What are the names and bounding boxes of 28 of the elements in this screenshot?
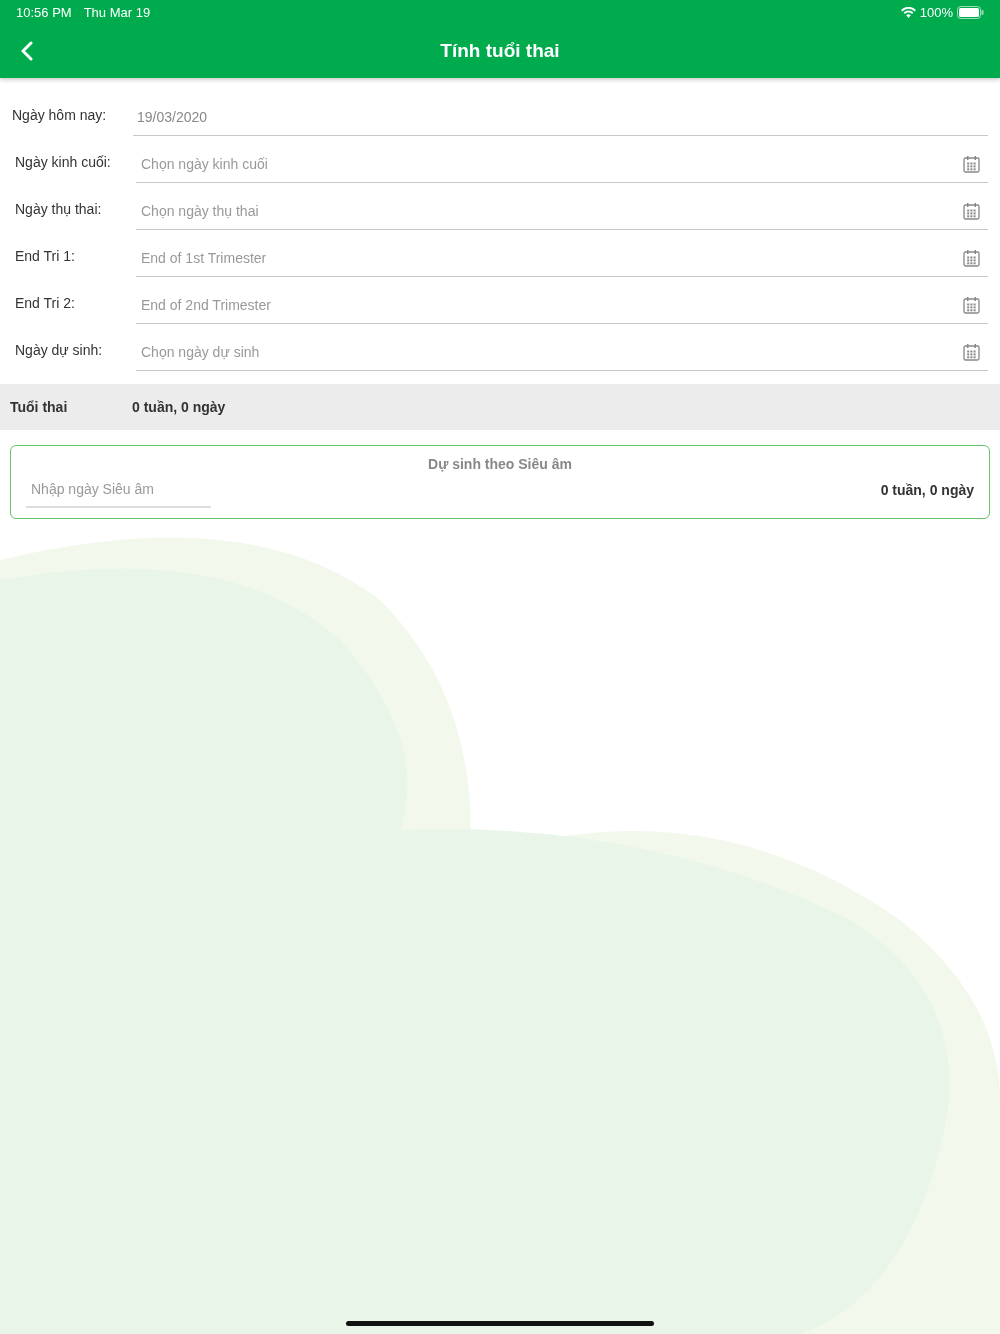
summary-value: 0 tuần, 0 ngày (132, 399, 226, 415)
date-field[interactable]: Chọn ngày dự sinh (141, 344, 963, 360)
date-field[interactable]: Chọn ngày thụ thai (141, 203, 963, 219)
battery-percent: 100% (919, 4, 953, 20)
calendar-icon[interactable] (963, 155, 980, 173)
date-field[interactable]: End of 1st Trimester (141, 250, 963, 266)
calendar-icon[interactable] (963, 343, 980, 361)
field-label: End Tri 1: (15, 248, 76, 266)
date-field[interactable]: End of 2nd Trimester (141, 297, 963, 313)
date-field[interactable]: 19/03/2020 (137, 109, 980, 125)
card-title: Dự sinh theo Siêu âm (428, 456, 572, 472)
calendar-icon[interactable] (963, 202, 980, 220)
field-label: Ngày kinh cuối: (15, 154, 112, 172)
battery-icon (957, 5, 984, 19)
page-title: Tính tuổi thai (440, 40, 560, 62)
status-time: 10:56 PM (16, 4, 72, 20)
wifi-icon (900, 6, 916, 18)
calendar-icon[interactable] (963, 249, 980, 267)
field-label: Ngày thụ thai: (15, 201, 103, 219)
field-label: Ngày hôm nay: (12, 107, 108, 125)
field-label: Ngày dự sinh: (15, 342, 104, 360)
date-field[interactable]: Nhập ngày Siêu âm (31, 481, 212, 497)
status-date: Thu Mar 19 (83, 4, 151, 20)
calendar-icon[interactable] (963, 296, 980, 314)
result-value: 0 tuần, 0 ngày (880, 482, 974, 498)
date-field[interactable]: Chọn ngày kinh cuối (141, 156, 963, 172)
field-label: End Tri 2: (15, 295, 76, 313)
summary-label: Tuổi thai (10, 399, 69, 415)
